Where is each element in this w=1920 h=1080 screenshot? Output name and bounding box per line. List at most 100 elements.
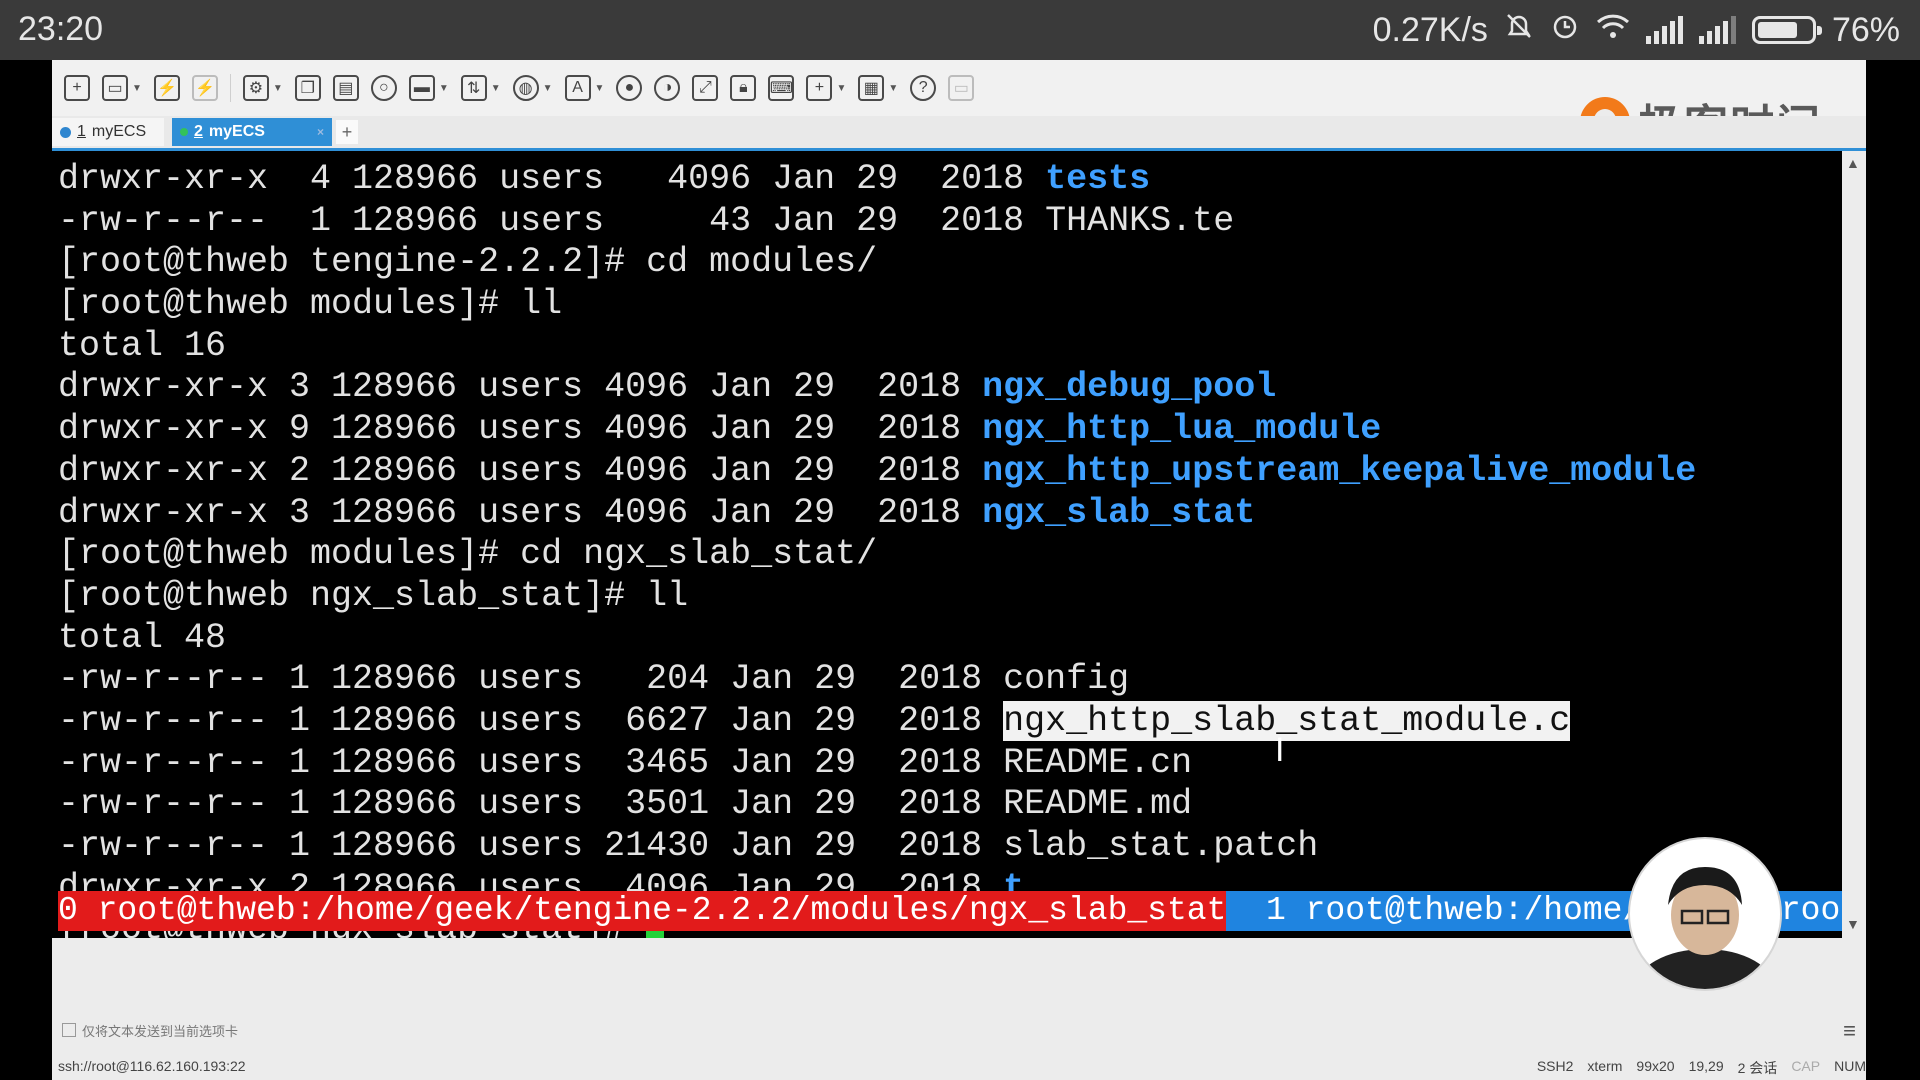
status-dot-icon: [180, 128, 188, 136]
xftp-icon[interactable]: ●: [616, 75, 643, 101]
chevron-down-icon[interactable]: ▼: [132, 83, 142, 94]
tab-session-1[interactable]: 1 myECS: [52, 118, 164, 146]
chevron-down-icon[interactable]: ▼: [836, 83, 846, 94]
chevron-down-icon[interactable]: ▼: [543, 83, 553, 94]
terminal-line-text: -rw-r--r-- 1 128966 users 3465 Jan 29 20…: [58, 742, 1193, 783]
battery-icon: [1751, 16, 1822, 44]
selected-filename[interactable]: ngx_http_slab_stat_module.c: [1003, 700, 1571, 741]
tab-session-2[interactable]: 2 myECS ×: [172, 118, 332, 146]
terminal-line-text: -rw-r--r-- 1 128966 users 43 Jan 29 2018…: [58, 200, 1235, 241]
chevron-up-icon[interactable]: ▲: [1846, 155, 1860, 171]
wifi-icon: [1596, 11, 1630, 50]
terminal-line-text: drwxr-xr-x 3 128966 users 4096 Jan 29 20…: [58, 492, 983, 533]
chevron-down-icon[interactable]: ▼: [888, 83, 898, 94]
terminal-line: total 16: [58, 326, 1696, 368]
terminal-line-text: -rw-r--r-- 1 128966 users 204 Jan 29 201…: [58, 659, 1130, 700]
comment-icon[interactable]: ▭: [948, 75, 975, 101]
properties-icon[interactable]: ⚙: [242, 75, 269, 101]
tab-label: myECS: [91, 123, 147, 140]
terminal-line: drwxr-xr-x 2 128966 users 4096 Jan 29 20…: [58, 451, 1696, 493]
find-icon[interactable]: ○: [370, 75, 397, 101]
fullscreen-icon[interactable]: ⤢: [692, 75, 719, 101]
scrollbar[interactable]: ▲ ▼: [1842, 151, 1866, 938]
terminal-line-text: [root@thweb modules]# cd ngx_slab_stat/: [58, 534, 878, 575]
paste-icon[interactable]: ▤: [332, 75, 359, 101]
terminal-line-text: drwxr-xr-x 3 128966 users 4096 Jan 29 20…: [58, 367, 983, 408]
lock-icon[interactable]: 🔒︎: [730, 75, 757, 101]
xagent-icon[interactable]: ◑: [654, 75, 681, 101]
new-session-icon[interactable]: +: [64, 75, 90, 101]
terminal-line-text: drwxr-xr-x 9 128966 users 4096 Jan 29 20…: [58, 409, 983, 450]
chevron-down-icon[interactable]: ▼: [1846, 916, 1860, 932]
terminal-line: [root@thweb modules]# cd ngx_slab_stat/: [58, 534, 1696, 576]
status-dot-icon: [60, 126, 71, 138]
compose-icon: [62, 1023, 76, 1037]
help-icon[interactable]: ?: [910, 75, 937, 101]
font-icon[interactable]: A: [564, 75, 591, 101]
terminal-type: xterm: [1587, 1058, 1623, 1074]
terminal-line-text: [root@thweb ngx_slab_stat]# ll: [58, 575, 689, 616]
terminal-line: -rw-r--r-- 1 128966 users 204 Jan 29 201…: [58, 659, 1696, 701]
close-icon[interactable]: ×: [317, 125, 324, 139]
disconnect-icon[interactable]: ⚡: [191, 75, 218, 101]
layout-icon[interactable]: ▦: [858, 75, 885, 101]
globe-icon[interactable]: ◍: [512, 75, 539, 101]
terminal-line-text: total 48: [58, 617, 227, 658]
chevron-down-icon[interactable]: ▼: [595, 83, 605, 94]
terminal-app-window: + ▭ ▼ ⚡ ⚡ ⚙ ▼ ❐ ▤ ○ ▬ ▼ ⇅ ▼ ◍ ▼ A ▼ ● ◑ ⤢ 🔒︎ ⌨…: [52, 60, 1866, 1080]
text-cursor-icon: I: [1275, 731, 1285, 769]
toolbar-divider: [229, 74, 231, 102]
signal-icon: [1698, 16, 1736, 44]
compose-text: 仅将文本发送到当前选项卡: [82, 1023, 239, 1039]
transfer-icon[interactable]: ⇅: [460, 75, 487, 101]
menu-icon[interactable]: ≡: [1843, 1018, 1856, 1044]
print-icon[interactable]: ▬: [408, 75, 435, 101]
mute-icon: [1504, 11, 1534, 50]
terminal-line-text: [root@thweb tengine-2.2.2]# cd modules/: [58, 242, 878, 283]
network-speed: 0.27K/s: [1372, 10, 1488, 49]
alarm-icon: [1550, 11, 1580, 50]
terminal-line-text: -rw-r--r-- 1 128966 users 6627 Jan 29 20…: [58, 700, 1004, 741]
status-indicators: SSH2 xterm 99x20 19,29 2 会话 CAP NUM: [1537, 1058, 1866, 1078]
compose-bar[interactable]: 仅将文本发送到当前选项卡 ≡: [52, 1012, 1866, 1048]
terminal-line: -rw-r--r-- 1 128966 users 21430 Jan 29 2…: [58, 826, 1696, 868]
chevron-down-icon[interactable]: ▼: [491, 83, 501, 94]
directory-name: ngx_http_lua_module: [982, 409, 1382, 450]
directory-name: ngx_slab_stat: [982, 492, 1256, 533]
connection-address: ssh://root@116.62.160.193:22: [58, 1058, 246, 1074]
num-lock-indicator: NUM: [1834, 1058, 1866, 1074]
terminal-line-text: drwxr-xr-x 2 128966 users 4096 Jan 29 20…: [58, 450, 983, 491]
session-count: 2 会话: [1737, 1060, 1778, 1076]
phone-clock: 23:20: [18, 10, 104, 48]
terminal-line: drwxr-xr-x 3 128966 users 4096 Jan 29 20…: [58, 493, 1696, 535]
compose-icon[interactable]: +: [806, 75, 833, 101]
tmux-window-active[interactable]: 0 root@thweb:/home/geek/tengine-2.2.2/mo…: [58, 891, 1227, 931]
keyboard-icon[interactable]: ⌨: [768, 75, 795, 101]
signal-icon: [1645, 16, 1683, 44]
terminal-line-text: total 16: [58, 325, 227, 366]
presenter-avatar: [1628, 837, 1782, 991]
terminal-lines: drwxr-xr-x 4 128966 users 4096 Jan 29 20…: [58, 159, 1696, 938]
terminal-line: -rw-r--r-- 1 128966 users 6627 Jan 29 20…: [58, 700, 1696, 743]
copy-icon[interactable]: ❐: [294, 75, 321, 101]
terminal-output[interactable]: drwxr-xr-x 4 128966 users 4096 Jan 29 20…: [52, 151, 1842, 938]
chevron-down-icon[interactable]: ▼: [439, 83, 449, 94]
chevron-down-icon[interactable]: ▼: [273, 83, 283, 94]
tmux-status-bar: 0 root@thweb:/home/geek/tengine-2.2.2/mo…: [58, 891, 1842, 931]
tab-label: myECS: [208, 123, 265, 140]
tab-number: 1: [77, 123, 86, 140]
terminal-line: total 48: [58, 618, 1696, 660]
terminal-line: [root@thweb tengine-2.2.2]# cd modules/: [58, 242, 1696, 284]
terminal-line: drwxr-xr-x 3 128966 users 4096 Jan 29 20…: [58, 367, 1696, 409]
add-tab-button[interactable]: +: [336, 120, 358, 144]
connect-icon[interactable]: ⚡: [153, 75, 180, 101]
directory-name: ngx_http_upstream_keepalive_module: [982, 450, 1697, 491]
phone-status-icons: 0.27K/s 76%: [1373, 10, 1900, 50]
open-folder-icon[interactable]: ▭: [102, 75, 128, 101]
terminal-line-text: drwxr-xr-x 4 128966 users 4096 Jan 29 20…: [58, 159, 1046, 199]
status-bar: ssh://root@116.62.160.193:22 SSH2 xterm …: [52, 1052, 1866, 1080]
protocol-indicator: SSH2: [1536, 1058, 1574, 1074]
session-tabs: 1 myECS 2 myECS × +: [52, 116, 1866, 148]
directory-name: tests: [1045, 159, 1151, 199]
terminal-line: -rw-r--r-- 1 128966 users 3501 Jan 29 20…: [58, 784, 1696, 826]
